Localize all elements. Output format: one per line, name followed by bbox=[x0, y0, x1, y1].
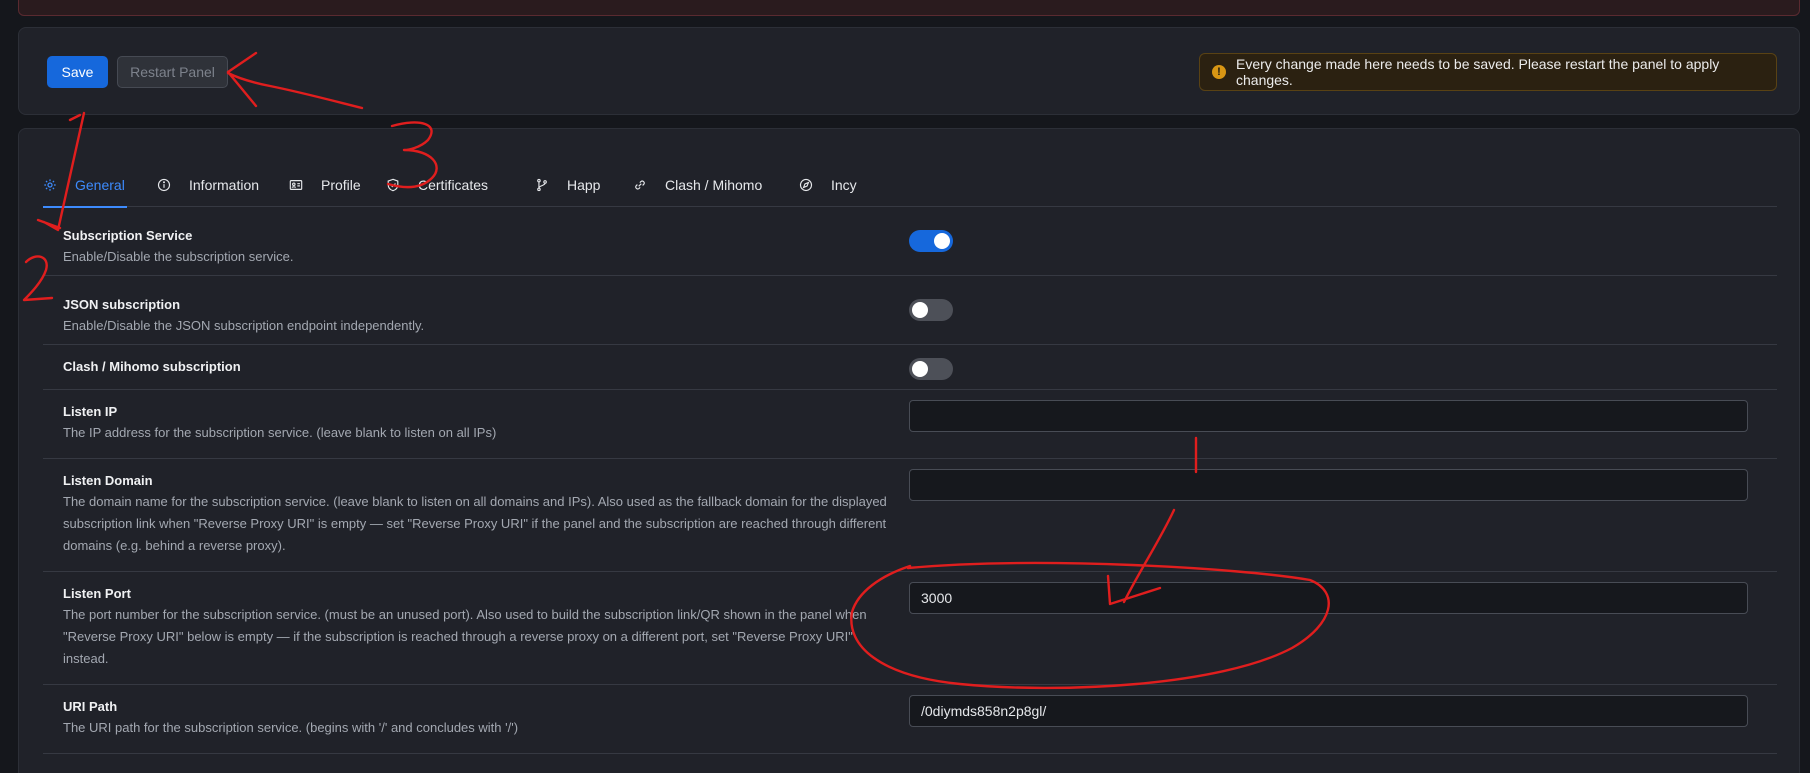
tab-label: Incy bbox=[831, 177, 857, 193]
toggle-knob bbox=[934, 233, 950, 249]
setting-title: Listen Domain bbox=[63, 473, 153, 488]
toggle-knob bbox=[912, 302, 928, 318]
setting-description: The domain name for the subscription ser… bbox=[63, 494, 887, 553]
listen-ip-input[interactable] bbox=[909, 400, 1748, 432]
compass-icon bbox=[799, 178, 831, 192]
setting-json-subscription: JSON subscription Enable/Disable the JSO… bbox=[43, 276, 1777, 345]
setting-description: The IP address for the subscription serv… bbox=[63, 425, 497, 440]
branch-icon bbox=[535, 178, 567, 192]
setting-subscription-service: Subscription Service Enable/Disable the … bbox=[43, 207, 1777, 276]
settings-tabs: General Information Profile Certificates bbox=[43, 163, 1777, 208]
setting-title: Clash / Mihomo subscription bbox=[63, 359, 241, 374]
tab-label: General bbox=[75, 177, 125, 193]
setting-description: Enable/Disable the subscription service. bbox=[63, 249, 294, 264]
setting-listen-ip: Listen IP The IP address for the subscri… bbox=[43, 390, 1777, 459]
setting-title: Subscription Service bbox=[63, 228, 193, 243]
setting-title: Listen Port bbox=[63, 586, 131, 601]
subscription-service-toggle[interactable] bbox=[909, 230, 953, 252]
action-bar: Save Restart Panel ! Every change made h… bbox=[18, 27, 1800, 115]
setting-description: Enable/Disable the JSON subscription end… bbox=[63, 318, 425, 333]
shield-check-icon bbox=[386, 178, 418, 192]
setting-listen-domain: Listen Domain The domain name for the su… bbox=[43, 459, 1777, 572]
error-alert-strip bbox=[18, 0, 1800, 16]
listen-domain-input[interactable] bbox=[909, 469, 1748, 501]
tab-label: Information bbox=[189, 177, 260, 193]
link-icon bbox=[633, 178, 665, 192]
setting-title: JSON subscription bbox=[63, 297, 181, 312]
save-button[interactable]: Save bbox=[47, 56, 108, 88]
listen-port-input[interactable] bbox=[909, 582, 1748, 614]
tab-label: Profile bbox=[321, 177, 361, 193]
setting-title: URI Path bbox=[63, 699, 118, 714]
restart-panel-button[interactable]: Restart Panel bbox=[117, 56, 228, 88]
setting-uri-path: URI Path The URI path for the subscripti… bbox=[43, 685, 1777, 754]
save-notice-alert: ! Every change made here needs to be sav… bbox=[1199, 53, 1777, 91]
uri-path-input[interactable] bbox=[909, 695, 1748, 727]
gear-icon bbox=[43, 178, 75, 192]
tab-general[interactable]: General bbox=[43, 163, 127, 208]
clash-subscription-toggle[interactable] bbox=[909, 358, 953, 380]
info-icon bbox=[157, 178, 189, 192]
tab-information[interactable]: Information bbox=[157, 163, 259, 207]
subscription-settings-card: General Information Profile Certificates bbox=[18, 128, 1800, 773]
toggle-knob bbox=[912, 361, 928, 377]
tab-happ[interactable]: Happ bbox=[535, 163, 600, 207]
tab-clash-mihomo[interactable]: Clash / Mihomo bbox=[633, 163, 762, 207]
tab-label: Happ bbox=[567, 177, 601, 193]
warning-icon: ! bbox=[1212, 65, 1226, 79]
tab-incy[interactable]: Incy bbox=[799, 163, 857, 207]
json-subscription-toggle[interactable] bbox=[909, 299, 953, 321]
id-card-icon bbox=[289, 178, 321, 192]
tab-profile[interactable]: Profile bbox=[289, 163, 361, 207]
notice-text: Every change made here needs to be saved… bbox=[1236, 56, 1720, 88]
tab-label: Certificates bbox=[418, 177, 489, 193]
setting-clash-subscription: Clash / Mihomo subscription bbox=[43, 345, 1777, 390]
tab-label: Clash / Mihomo bbox=[665, 177, 763, 193]
setting-description: The port number for the subscription ser… bbox=[63, 607, 867, 666]
setting-listen-port: Listen Port The port number for the subs… bbox=[43, 572, 1777, 685]
setting-title: Listen IP bbox=[63, 404, 118, 419]
setting-description: The URI path for the subscription servic… bbox=[63, 720, 519, 735]
tab-certificates[interactable]: Certificates bbox=[386, 163, 488, 207]
settings-page: Save Restart Panel ! Every change made h… bbox=[0, 0, 1810, 773]
